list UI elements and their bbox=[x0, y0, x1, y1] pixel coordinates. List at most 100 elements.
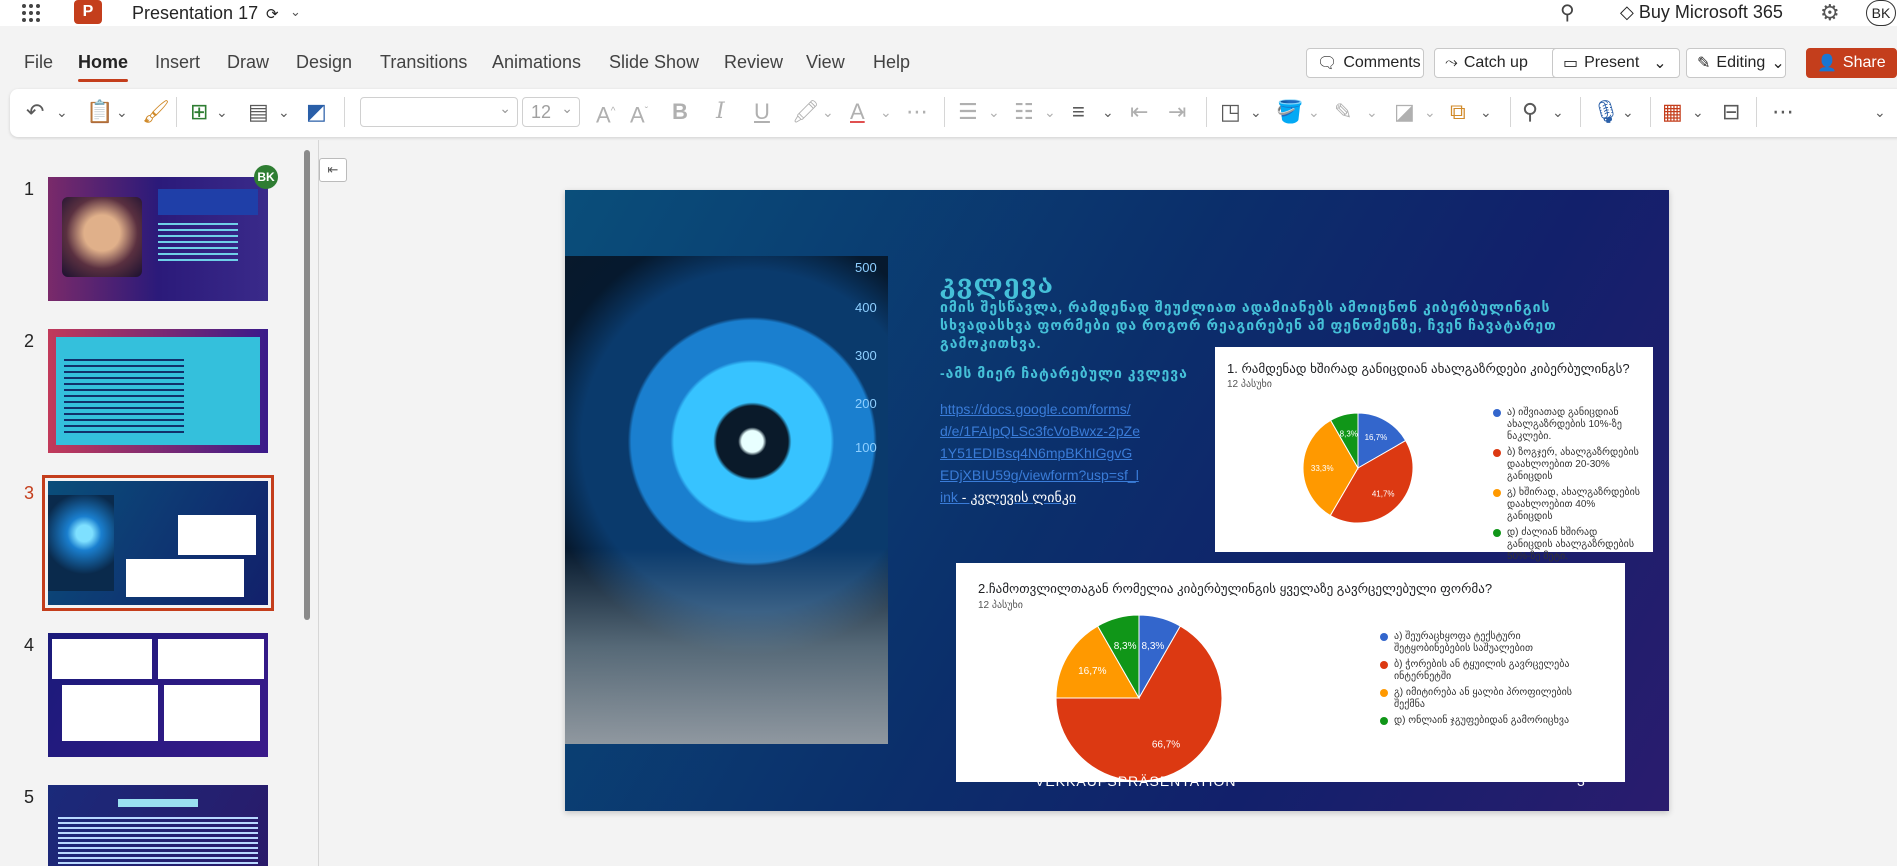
decrease-indent-icon[interactable]: ⇤ bbox=[1130, 99, 1148, 125]
document-title[interactable]: Presentation 17 bbox=[132, 3, 258, 24]
more-options-icon[interactable]: ⋯ bbox=[1772, 99, 1794, 125]
add-ins-icon[interactable]: ⊟ bbox=[1722, 99, 1740, 125]
shapes-icon[interactable]: ◳ bbox=[1220, 99, 1241, 125]
shape-effects-icon[interactable]: ◪ bbox=[1394, 99, 1415, 125]
chevron-down-icon[interactable]: ⌄ bbox=[1102, 99, 1114, 125]
chevron-down-icon[interactable]: ⌄ bbox=[880, 99, 892, 125]
tab-design[interactable]: Design bbox=[296, 52, 352, 73]
chevron-down-icon[interactable]: ⌄ bbox=[1044, 99, 1056, 125]
slide-thumbnail-1[interactable] bbox=[48, 177, 268, 301]
legend-item: ბ) ჭორების ან ტყუილის გავრცელება ინტერნე… bbox=[1380, 659, 1580, 683]
chevron-down-icon[interactable]: ⌄ bbox=[290, 4, 301, 20]
chevron-down-icon[interactable]: ⌄ bbox=[1250, 99, 1262, 125]
shape-fill-icon[interactable]: 🪣 bbox=[1276, 99, 1303, 125]
bold-icon[interactable]: B bbox=[672, 99, 688, 125]
tab-review[interactable]: Review bbox=[724, 52, 783, 73]
designer-icon[interactable]: ▦ bbox=[1662, 99, 1683, 125]
collapse-pane-icon[interactable]: ⇤ bbox=[319, 158, 347, 182]
slide-thumbnail-2[interactable] bbox=[48, 329, 268, 453]
tab-insert[interactable]: Insert bbox=[155, 52, 200, 73]
chevron-down-icon[interactable]: ⌄ bbox=[1480, 99, 1492, 125]
find-icon[interactable]: ⚲ bbox=[1522, 99, 1538, 125]
catch-up-button[interactable]: ⤳ Catch up bbox=[1434, 48, 1562, 78]
slide-thumbnail-5[interactable] bbox=[48, 785, 268, 866]
slide-title[interactable]: კვლევა bbox=[940, 270, 1054, 300]
app-launcher-icon[interactable] bbox=[20, 2, 42, 24]
slide-thumbnail-3-selected[interactable] bbox=[42, 475, 274, 611]
legend-item: გ) ხშირად, ახალგაზრდების დაახლოებით 40% … bbox=[1493, 487, 1643, 523]
account-avatar[interactable]: BK bbox=[1866, 0, 1896, 26]
powerpoint-logo-icon: P bbox=[74, 0, 102, 24]
chevron-down-icon[interactable]: ⌄ bbox=[1653, 53, 1666, 73]
layout-icon[interactable]: ▤ bbox=[248, 99, 269, 125]
decrease-font-icon[interactable]: Aˇ bbox=[630, 99, 648, 128]
present-button[interactable]: ▭ Present ⌄ bbox=[1552, 48, 1680, 78]
thumbnail-eye bbox=[48, 495, 114, 591]
pane-divider bbox=[318, 140, 319, 866]
chevron-down-icon[interactable]: ⌄ bbox=[1692, 99, 1704, 125]
coauthor-avatar[interactable]: BK bbox=[254, 165, 278, 189]
chevron-down-icon[interactable]: ⌄ bbox=[1424, 99, 1436, 125]
chevron-down-icon[interactable]: ⌄ bbox=[1366, 99, 1378, 125]
tab-transitions[interactable]: Transitions bbox=[380, 52, 467, 73]
font-color-icon[interactable]: A bbox=[850, 99, 865, 125]
shape-outline-icon[interactable]: ✎ bbox=[1334, 99, 1352, 125]
slide-number: 5 bbox=[24, 787, 35, 807]
highlight-icon[interactable]: 🖍 bbox=[792, 99, 820, 125]
thumbnail-portrait bbox=[62, 197, 142, 277]
tab-draw[interactable]: Draw bbox=[227, 52, 269, 73]
numbering-icon[interactable]: ☷ bbox=[1014, 99, 1034, 125]
more-options-icon[interactable]: ⋯ bbox=[906, 99, 928, 125]
underline-icon[interactable]: U bbox=[754, 99, 770, 125]
chevron-down-icon[interactable]: ⌄ bbox=[988, 99, 1000, 125]
chart-card-2[interactable]: 2.ჩამოთვლილთაგან რომელია კიბერბულინგის ყ… bbox=[956, 563, 1625, 782]
chevron-down-icon[interactable]: ⌄ bbox=[56, 99, 68, 125]
chevron-down-icon[interactable]: ⌄ bbox=[278, 99, 290, 125]
italic-icon[interactable]: I bbox=[716, 99, 725, 125]
tab-home[interactable]: Home bbox=[78, 52, 129, 82]
thumbnail-scrollbar[interactable] bbox=[304, 150, 310, 620]
legend-swatch bbox=[1493, 449, 1501, 457]
chevron-down-icon[interactable]: ⌄ bbox=[1622, 99, 1634, 125]
arrange-icon[interactable]: ⧉ bbox=[1450, 99, 1466, 125]
increase-indent-icon[interactable]: ⇥ bbox=[1168, 99, 1186, 125]
buy-microsoft-365-link[interactable]: ◇ Buy Microsoft 365 bbox=[1620, 2, 1783, 23]
legend-item: ა) შეურაცხყოფა ტექსტური შეტყობინებების ს… bbox=[1380, 631, 1580, 655]
tab-slide-show[interactable]: Slide Show bbox=[609, 52, 699, 73]
increase-font-icon[interactable]: A^ bbox=[596, 99, 615, 128]
chevron-down-icon[interactable]: ⌄ bbox=[116, 99, 128, 125]
font-size-input[interactable]: 12 ⌄ bbox=[522, 97, 580, 127]
chevron-down-icon[interactable]: ⌄ bbox=[822, 99, 834, 125]
new-slide-icon[interactable]: ⊞ bbox=[190, 99, 208, 125]
gear-icon[interactable]: ⚙ bbox=[1820, 0, 1840, 26]
editing-mode-button[interactable]: ✎ Editing ⌄ bbox=[1686, 48, 1786, 78]
slide-canvas[interactable]: 500 400 300 200 100 კვლევა იმის შესწავლა… bbox=[565, 190, 1669, 811]
font-name-input[interactable]: ⌄ bbox=[360, 97, 518, 127]
chevron-down-icon[interactable]: ⌄ bbox=[216, 99, 228, 125]
survey-link[interactable]: https://docs.google.com/forms/d/e/1FAIpQ… bbox=[940, 398, 1140, 508]
align-icon[interactable]: ≡ bbox=[1072, 99, 1085, 125]
format-painter-icon[interactable]: 🖌 bbox=[142, 99, 170, 125]
tab-file[interactable]: File bbox=[24, 52, 53, 73]
dictate-icon[interactable]: 🎙 bbox=[1592, 99, 1620, 125]
tab-view[interactable]: View bbox=[806, 52, 845, 73]
tab-help[interactable]: Help bbox=[873, 52, 910, 73]
search-icon[interactable]: ⚲ bbox=[1560, 0, 1575, 25]
comments-button[interactable]: 🗨 Comments bbox=[1306, 48, 1424, 78]
tab-animations[interactable]: Animations bbox=[492, 52, 581, 73]
undo-icon[interactable]: ↶ bbox=[26, 99, 44, 125]
bullets-icon[interactable]: ☰ bbox=[958, 99, 978, 125]
slide-thumbnail-4[interactable] bbox=[48, 633, 268, 757]
background-icon[interactable]: ◩ bbox=[306, 99, 327, 125]
chevron-down-icon[interactable]: ⌄ bbox=[1308, 99, 1320, 125]
survey-label[interactable]: -ამს მიერ ჩატარებული კვლევა bbox=[940, 365, 1188, 382]
expand-ribbon-icon[interactable]: ⌄ bbox=[1874, 99, 1886, 125]
pie-slice-label: 16,7% bbox=[1078, 666, 1106, 677]
slide-subtitle[interactable]: იმის შესწავლა, რამდენად შეუძლიათ ადამიან… bbox=[940, 298, 1600, 352]
chart-card-1[interactable]: 1. რამდენად ხშირად განიცდიან ახალგაზრდებ… bbox=[1215, 347, 1653, 562]
paste-icon[interactable]: 📋 bbox=[86, 99, 113, 125]
chevron-down-icon[interactable]: ⌄ bbox=[1552, 99, 1564, 125]
share-button[interactable]: 👤 Share bbox=[1806, 48, 1897, 78]
legend-item: გ) იმიტირება ან ყალბი პროფილების შექმნა bbox=[1380, 687, 1580, 711]
legend-label: დ) ძალიან ხშირად განიცდის ახალგაზრდების … bbox=[1507, 527, 1635, 562]
